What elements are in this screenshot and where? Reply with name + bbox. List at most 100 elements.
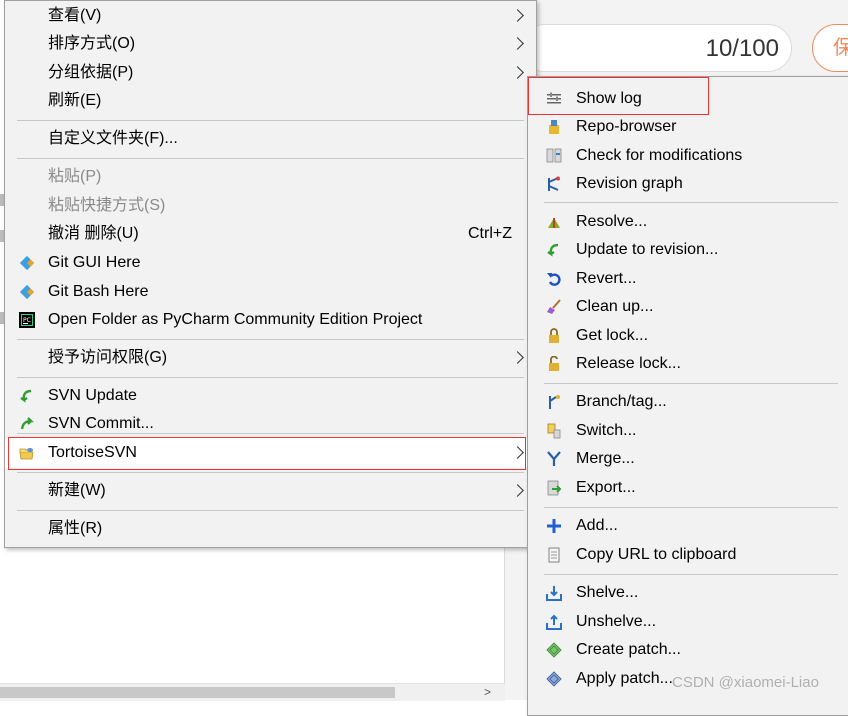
menu-item-label: Repo-browser [576, 118, 677, 135]
menu-item-group-by[interactable]: 分组依据(P) [5, 59, 536, 87]
menu-item-label: 授予访问权限(G) [48, 349, 168, 366]
menu-item-undo-delete[interactable]: 撤消 删除(U) Ctrl+Z [5, 220, 536, 248]
switch-icon [547, 423, 561, 439]
menu-item-label: Create patch... [576, 641, 681, 658]
menu-separator [17, 158, 524, 159]
svn-item-revert[interactable]: Revert... [528, 265, 848, 293]
menu-item-label: Merge... [576, 450, 635, 467]
create-patch-icon [546, 642, 562, 658]
svn-item-shelve[interactable]: Shelve... [528, 579, 848, 607]
pycharm-icon: PC [19, 312, 35, 328]
menu-item-label: Git GUI Here [48, 254, 141, 271]
menu-item-label: Release lock... [576, 355, 681, 372]
menu-separator [544, 383, 838, 384]
check-modifications-icon [546, 148, 562, 163]
svn-item-switch[interactable]: Switch... [528, 417, 848, 445]
menu-item-new[interactable]: 新建(W) [5, 477, 536, 505]
menu-item-label: Shelve... [576, 584, 639, 601]
svn-item-unshelve[interactable]: Unshelve... [528, 608, 848, 636]
menu-separator [17, 472, 524, 473]
menu-item-customize-folder[interactable]: 自定义文件夹(F)... [5, 125, 536, 153]
revision-graph-icon [548, 176, 560, 191]
svn-item-revision-graph[interactable]: Revision graph [528, 170, 848, 198]
branch-tag-icon [549, 395, 560, 409]
menu-item-label: 分组依据(P) [48, 64, 134, 81]
menu-item-label: 撤消 删除(U) [48, 225, 139, 242]
menu-item-git-gui[interactable]: Git GUI Here [5, 249, 536, 277]
menu-item-sort-by[interactable]: 排序方式(O) [5, 30, 536, 58]
menu-separator [544, 202, 838, 203]
menu-item-label: SVN Update [48, 387, 137, 404]
menu-item-label: Revision graph [576, 175, 683, 192]
submenu-arrow-icon [511, 66, 524, 79]
menu-separator [17, 433, 524, 434]
svn-item-create-patch[interactable]: Create patch... [528, 636, 848, 664]
shortcut-text: Ctrl+Z [468, 225, 512, 242]
svn-item-merge[interactable]: Merge... [528, 445, 848, 473]
character-counter-field[interactable]: 10/100 [520, 24, 792, 72]
submenu-arrow-icon [511, 484, 524, 497]
menu-item-label: Apply patch... [576, 670, 673, 687]
menu-item-label: Branch/tag... [576, 393, 667, 410]
svn-item-add[interactable]: Add... [528, 512, 848, 540]
svn-update-icon [20, 389, 32, 403]
horizontal-scrollbar[interactable]: > [0, 683, 505, 701]
menu-item-label: 粘贴(P) [48, 168, 102, 185]
menu-item-label: Check for modifications [576, 147, 743, 164]
menu-item-label: Revert... [576, 270, 637, 287]
revert-icon [547, 273, 561, 286]
menu-separator [17, 120, 524, 121]
menu-item-label: Resolve... [576, 213, 648, 230]
svn-item-resolve[interactable]: Resolve... [528, 208, 848, 236]
repo-browser-icon [549, 120, 559, 134]
menu-separator [17, 377, 524, 378]
menu-item-git-bash[interactable]: Git Bash Here [5, 278, 536, 306]
menu-item-open-pycharm[interactable]: PC Open Folder as PyCharm Community Edit… [5, 306, 536, 334]
menu-item-label: Update to revision... [576, 241, 719, 258]
copy-url-icon [548, 547, 560, 563]
menu-item-label: Copy URL to clipboard [576, 546, 737, 563]
menu-separator [17, 339, 524, 340]
menu-item-label: Add... [576, 517, 618, 534]
menu-item-label: 查看(V) [48, 7, 102, 24]
svn-item-copy-url[interactable]: Copy URL to clipboard [528, 541, 848, 569]
export-icon [547, 480, 562, 496]
menu-item-properties[interactable]: 属性(R) [5, 515, 536, 543]
svn-item-release-lock[interactable]: Release lock... [528, 350, 848, 378]
menu-item-grant-access[interactable]: 授予访问权限(G) [5, 344, 536, 372]
git-gui-icon [19, 255, 35, 271]
add-icon [547, 519, 561, 533]
watermark: CSDN @xiaomei-Liao [672, 674, 819, 691]
menu-item-label: Open Folder as PyCharm Community Edition… [48, 311, 423, 328]
menu-item-svn-update[interactable]: SVN Update [5, 382, 536, 410]
menu-separator [544, 507, 838, 508]
submenu-arrow-icon [511, 37, 524, 50]
svn-item-update-to-revision[interactable]: Update to revision... [528, 236, 848, 264]
menu-item-label: Switch... [576, 422, 637, 439]
menu-item-label: 新建(W) [48, 482, 106, 499]
svn-item-branch-tag[interactable]: Branch/tag... [528, 388, 848, 416]
svn-item-repo-browser[interactable]: Repo-browser [528, 113, 848, 141]
scrollbar-thumb[interactable] [0, 687, 395, 698]
highlight-box [528, 77, 709, 115]
scroll-right-arrow-icon[interactable]: > [484, 684, 491, 701]
get-lock-icon [549, 328, 559, 343]
menu-item-label: Git Bash Here [48, 283, 149, 300]
menu-separator [17, 510, 524, 511]
menu-item-view[interactable]: 查看(V) [5, 2, 536, 30]
svn-item-clean-up[interactable]: Clean up... [528, 293, 848, 321]
tortoisesvn-submenu: Show log Repo-browser Check for modifica… [527, 76, 848, 716]
svn-item-check-modifications[interactable]: Check for modifications [528, 142, 848, 170]
merge-icon [547, 451, 561, 466]
menu-item-refresh[interactable]: 刷新(E) [5, 87, 536, 115]
submenu-arrow-icon [511, 351, 524, 364]
update-revision-icon [547, 243, 559, 257]
context-menu: 查看(V) 排序方式(O) 分组依据(P) 刷新(E) 自定义文件夹(F)...… [4, 0, 537, 548]
svn-item-get-lock[interactable]: Get lock... [528, 322, 848, 350]
menu-item-label: Unshelve... [576, 613, 657, 630]
menu-item-label: 排序方式(O) [48, 35, 136, 52]
menu-item-label: Export... [576, 479, 636, 496]
menu-item-label: 属性(R) [48, 520, 103, 537]
svn-item-export[interactable]: Export... [528, 474, 848, 502]
menu-item-paste-shortcut: 粘贴快捷方式(S) [5, 192, 536, 220]
